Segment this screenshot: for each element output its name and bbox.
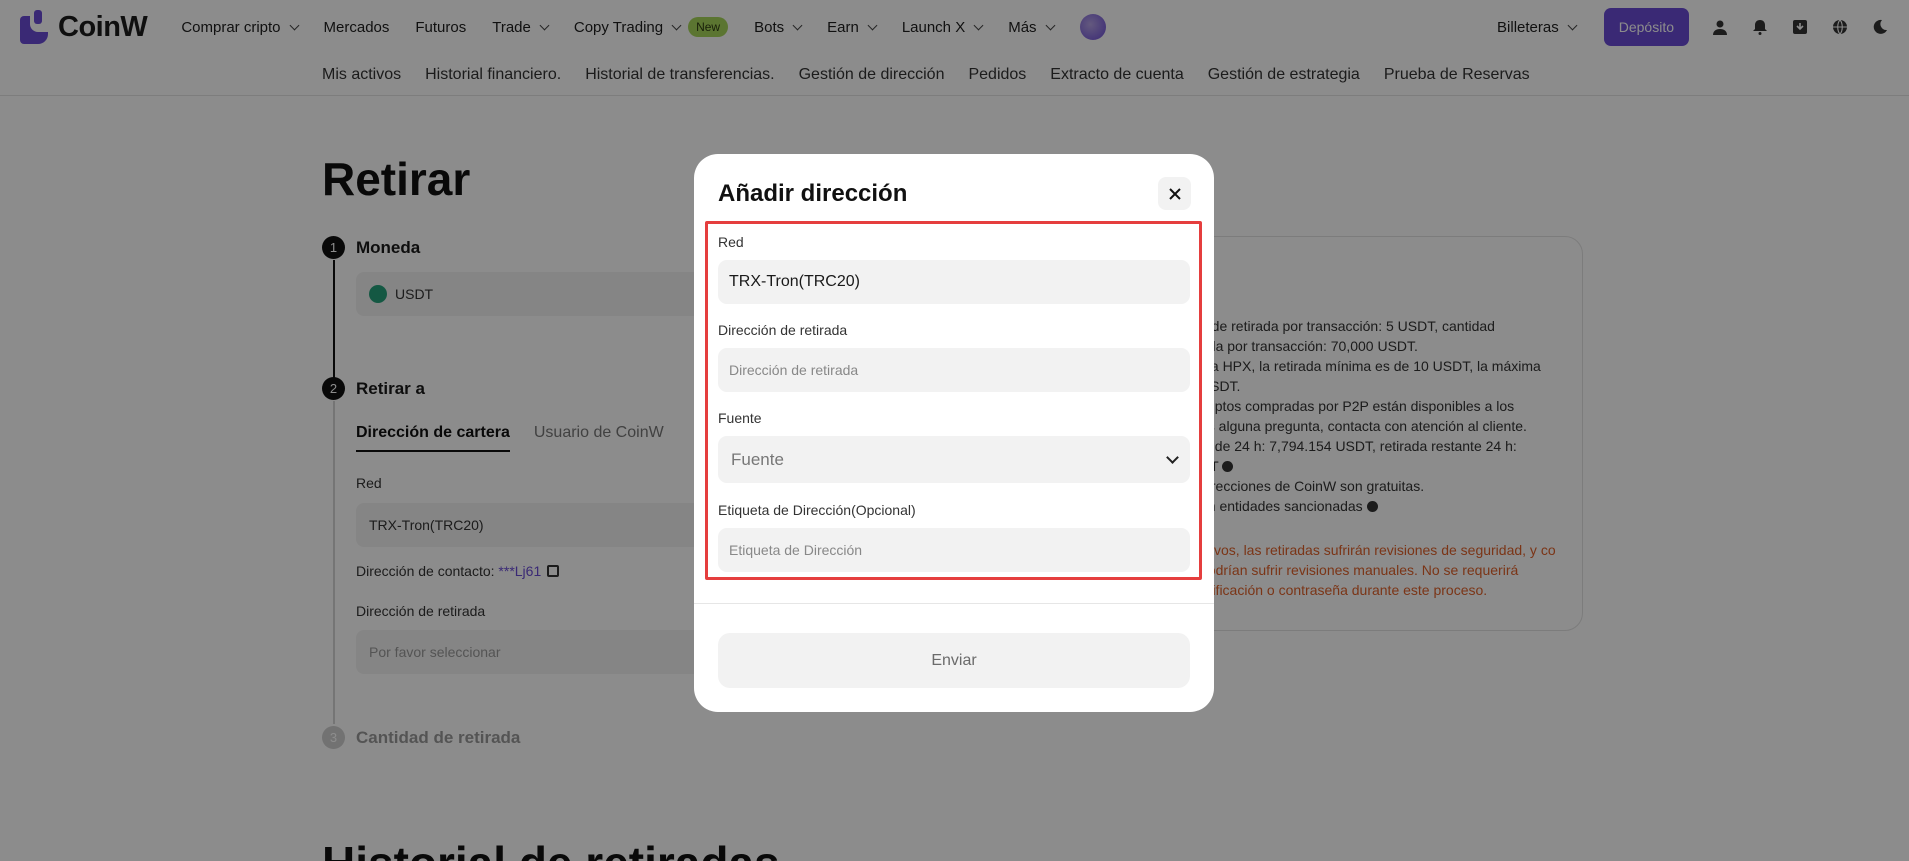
submit-button[interactable]: Enviar (718, 633, 1190, 688)
modal-title: Añadir dirección (718, 180, 908, 207)
close-icon (1168, 187, 1181, 200)
add-address-modal: Añadir dirección Red TRX-Tron(TRC20) Dir… (694, 154, 1214, 712)
modal-divider (694, 603, 1214, 604)
highlight-box (705, 221, 1202, 580)
close-button[interactable] (1158, 177, 1191, 210)
